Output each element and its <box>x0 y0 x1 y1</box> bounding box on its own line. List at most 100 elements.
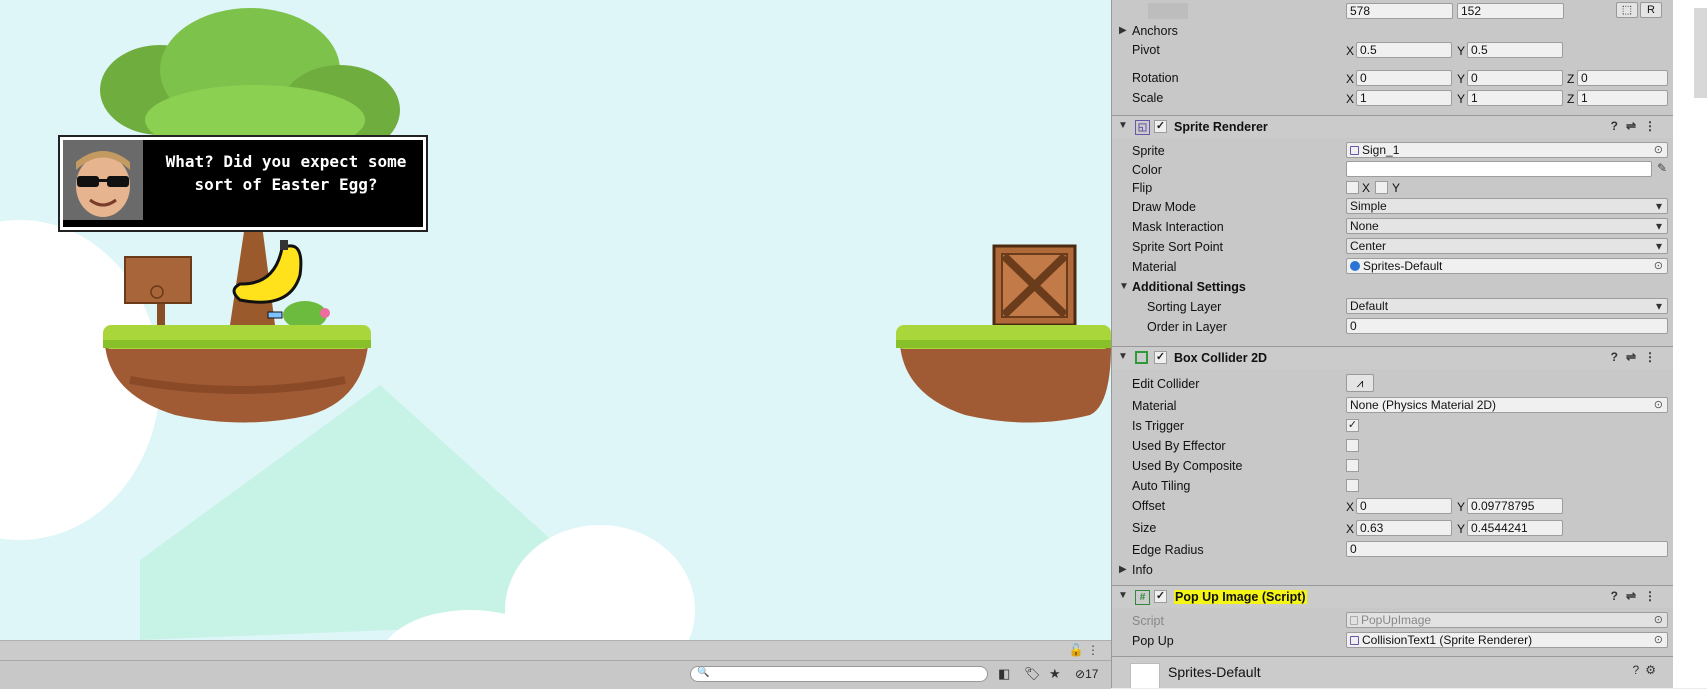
popup-script-header[interactable]: ▼ # ✓ Pop Up Image (Script) ?⇌⋮ <box>1112 585 1674 608</box>
fold-icon[interactable]: ▼ <box>1119 281 1129 292</box>
mask-interaction-row: Mask Interaction None <box>1112 217 1674 237</box>
rotation-z-field[interactable]: 0 <box>1577 70 1668 86</box>
more-icon[interactable]: ⋮ <box>1644 350 1664 364</box>
sort-point-dropdown[interactable]: Center <box>1346 238 1668 254</box>
blueprint-mode-button[interactable]: ⬚ <box>1616 2 1638 18</box>
order-in-layer-field[interactable]: 0 <box>1346 318 1668 334</box>
help-icon[interactable]: ? <box>1611 589 1626 603</box>
flip-y-label: Y <box>1392 181 1401 195</box>
more-icon[interactable]: ⋮ <box>1644 589 1664 603</box>
used-by-effector-row: Used By Effector <box>1112 436 1674 456</box>
size-row: Size X 0.63 Y 0.4544241 <box>1112 518 1674 538</box>
inspector-scrollbar[interactable] <box>1673 0 1707 688</box>
component-tools[interactable]: ?⇌⋮ <box>1611 350 1664 364</box>
popup-object-field[interactable]: CollisionText1 (Sprite Renderer) ⊙ <box>1346 632 1668 648</box>
sprite-material-row: Material Sprites-Default ⊙ <box>1112 257 1674 277</box>
box-collider-enabled-checkbox[interactable]: ✓ <box>1154 351 1167 364</box>
scale-y-field[interactable]: 1 <box>1467 90 1563 106</box>
material-object-field[interactable]: Sprites-Default ⊙ <box>1346 258 1668 274</box>
object-picker-icon[interactable]: ⊙ <box>1654 259 1663 273</box>
fold-icon[interactable]: ▼ <box>1118 120 1128 131</box>
star-icon[interactable]: ★ <box>1049 666 1061 682</box>
raw-edit-button[interactable]: R <box>1640 2 1662 18</box>
flip-x-checkbox[interactable] <box>1346 181 1359 194</box>
component-tools[interactable]: ?⚙ <box>1633 663 1662 677</box>
rotation-y-field[interactable]: 0 <box>1467 70 1563 86</box>
help-icon[interactable]: ? <box>1633 663 1646 677</box>
scrollbar-thumb[interactable] <box>1694 8 1707 98</box>
object-picker-icon[interactable]: ⊙ <box>1654 633 1663 647</box>
sprite-renderer-header[interactable]: ▼ ◱ ✓ Sprite Renderer ?⇌⋮ <box>1112 115 1674 138</box>
additional-settings-row[interactable]: ▼ Additional Settings <box>1112 277 1674 297</box>
rotation-x-field[interactable]: 0 <box>1356 70 1452 86</box>
eyedropper-icon[interactable]: ✎ <box>1657 161 1667 175</box>
sprite-renderer-enabled-checkbox[interactable]: ✓ <box>1154 120 1167 133</box>
game-view[interactable]: What? Did you expect some sort of Easter… <box>0 0 1111 640</box>
hidden-objects-count[interactable]: ⊘17 <box>1075 667 1098 681</box>
layers-icon[interactable]: ◧ <box>998 666 1010 682</box>
tag-icon[interactable]: 🏷 <box>1024 666 1041 682</box>
preset-icon[interactable]: ⇌ <box>1626 119 1644 133</box>
fold-icon[interactable]: ▼ <box>1118 351 1128 362</box>
help-icon[interactable]: ? <box>1611 119 1626 133</box>
help-icon[interactable]: ? <box>1611 350 1626 364</box>
object-picker-icon[interactable]: ⊙ <box>1654 398 1663 412</box>
lock-icon[interactable]: 🔓 ⋮ <box>1069 643 1099 657</box>
size-y-field[interactable]: 0.4544241 <box>1467 520 1563 536</box>
material-asset-icon <box>1350 261 1360 271</box>
hierarchy-search-input[interactable]: 🔍 <box>690 666 988 682</box>
preset-icon[interactable]: ⇌ <box>1626 589 1644 603</box>
component-tools[interactable]: ?⇌⋮ <box>1611 119 1664 133</box>
used-by-composite-checkbox[interactable] <box>1346 459 1359 472</box>
auto-tiling-checkbox[interactable] <box>1346 479 1359 492</box>
banana-feet <box>267 311 283 319</box>
component-tools[interactable]: ?⇌⋮ <box>1611 589 1664 603</box>
edit-shape-icon: ⩘ <box>1356 376 1364 390</box>
is-trigger-checkbox[interactable]: ✓ <box>1346 419 1359 432</box>
object-picker-icon[interactable]: ⊙ <box>1654 143 1663 157</box>
platform-right-grass-edge <box>896 340 1111 348</box>
color-swatch[interactable] <box>1346 161 1652 177</box>
component-title: Box Collider 2D <box>1174 351 1268 365</box>
flip-y-checkbox[interactable] <box>1375 181 1388 194</box>
pivot-y-field[interactable]: 0.5 <box>1467 42 1563 58</box>
mask-interaction-dropdown[interactable]: None <box>1346 218 1668 234</box>
sprite-label: Sprite <box>1132 144 1165 158</box>
info-row[interactable]: ▶ Info <box>1112 560 1674 580</box>
edit-collider-row: Edit Collider ⩘ <box>1112 372 1674 396</box>
script-object-field: PopUpImage ⊙ <box>1346 612 1668 628</box>
sorting-layer-row: Sorting Layer Default <box>1112 297 1674 317</box>
popup-script-enabled-checkbox[interactable]: ✓ <box>1154 590 1167 603</box>
sorting-layer-dropdown[interactable]: Default <box>1346 298 1668 314</box>
edit-collider-label: Edit Collider <box>1132 377 1200 391</box>
pivot-x-field[interactable]: 0.5 <box>1356 42 1452 58</box>
flip-x-label: X <box>1362 181 1371 195</box>
offset-y-field[interactable]: 0.09778795 <box>1467 498 1563 514</box>
preset-icon[interactable]: ⇌ <box>1626 350 1644 364</box>
physics-material-field[interactable]: None (Physics Material 2D) ⊙ <box>1346 397 1668 413</box>
popup-row: Pop Up CollisionText1 (Sprite Renderer) ⊙ <box>1112 631 1674 651</box>
expand-icon[interactable]: ▶ <box>1119 25 1127 36</box>
more-icon[interactable]: ⋮ <box>1644 119 1664 133</box>
sprite-object-field[interactable]: Sign_1 ⊙ <box>1346 142 1668 158</box>
scene-toolbar: 🔍 ◧ 🏷 ★ ⊘17 <box>0 660 1111 689</box>
rect-width-field[interactable]: 578 <box>1346 3 1453 19</box>
pivot-row: Pivot X 0.5 Y 0.5 <box>1112 40 1674 60</box>
edit-collider-button[interactable]: ⩘ <box>1346 374 1374 392</box>
size-x-field[interactable]: 0.63 <box>1356 520 1452 536</box>
edge-radius-field[interactable]: 0 <box>1346 541 1668 557</box>
scale-z-field[interactable]: 1 <box>1577 90 1668 106</box>
box-collider-header[interactable]: ▼ ✓ Box Collider 2D ?⇌⋮ <box>1112 346 1674 369</box>
fold-icon[interactable]: ▼ <box>1118 590 1128 601</box>
draw-mode-dropdown[interactable]: Simple <box>1346 198 1668 214</box>
info-label: Info <box>1132 563 1153 577</box>
settings-icon[interactable]: ⚙ <box>1645 663 1662 677</box>
expand-icon[interactable]: ▶ <box>1119 564 1127 575</box>
rect-height-field[interactable]: 152 <box>1457 3 1564 19</box>
anchors-row[interactable]: ▶ Anchors <box>1112 21 1674 41</box>
axis-x-label: X <box>1346 44 1355 58</box>
offset-x-field[interactable]: 0 <box>1356 498 1452 514</box>
material-preview-header[interactable]: Sprites-Default ?⚙ <box>1112 656 1674 688</box>
used-by-effector-checkbox[interactable] <box>1346 439 1359 452</box>
scale-x-field[interactable]: 1 <box>1356 90 1452 106</box>
